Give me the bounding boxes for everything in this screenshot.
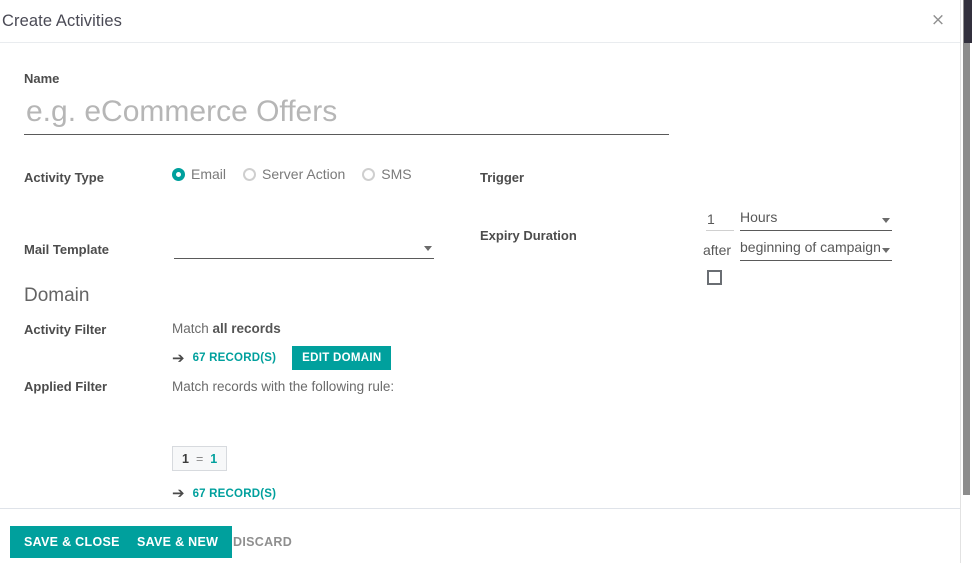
trigger-relative-word: after: [703, 242, 732, 258]
trigger-relative-value: beginning of campaign: [740, 239, 881, 255]
dialog-footer: SAVE & CLOSE SAVE & NEW DISCARD: [0, 508, 960, 563]
name-label: Name: [24, 71, 60, 86]
expiry-duration-checkbox[interactable]: [707, 270, 722, 285]
save-and-close-button[interactable]: SAVE & CLOSE: [10, 526, 134, 558]
chevron-down-icon: [882, 218, 890, 223]
save-and-new-button[interactable]: SAVE & NEW: [123, 526, 233, 558]
arrow-right-icon: ➔: [172, 348, 185, 367]
applied-filter-description: Match records with the following rule:: [172, 379, 395, 394]
expiry-duration-label: Expiry Duration: [480, 228, 577, 243]
rule-operator: =: [195, 451, 204, 466]
mail-template-label: Mail Template: [24, 242, 110, 257]
match-strong: all records: [212, 321, 281, 336]
applied-filter-records-row: ➔ 67 RECORD(S): [172, 486, 276, 501]
chevron-down-icon: [424, 246, 432, 251]
radio-icon-unselected: [362, 167, 376, 181]
trigger-label: Trigger: [480, 170, 525, 185]
mail-template-select[interactable]: [174, 235, 434, 259]
radio-label-server-action: Server Action: [262, 166, 346, 182]
trigger-unit-value: Hours: [740, 209, 778, 225]
dialog-header: Create Activities ×: [0, 0, 960, 43]
radio-label-email: Email: [191, 166, 227, 182]
trigger-unit-select[interactable]: Hours: [740, 209, 892, 231]
close-icon[interactable]: ×: [928, 10, 948, 30]
activity-filter-description: Match all records: [172, 321, 281, 336]
radio-icon-selected: [172, 167, 185, 181]
arrow-right-icon: ➔: [172, 484, 185, 502]
scrollbar-thumb[interactable]: [963, 0, 970, 495]
create-activities-dialog: Create Activities × Name Activity Type E…: [0, 0, 972, 563]
domain-heading: Domain: [24, 285, 90, 306]
page-scrollbar[interactable]: [960, 0, 972, 563]
rule-value: 1: [210, 451, 218, 466]
match-prefix: Match: [172, 321, 213, 336]
radio-option-server-action[interactable]: Server Action: [243, 166, 345, 182]
chevron-down-icon: [882, 248, 890, 253]
edit-domain-button[interactable]: EDIT DOMAIN: [292, 346, 392, 370]
trigger-relative-select[interactable]: beginning of campaign: [740, 239, 892, 261]
activity-type-radio-group: Email Server Action SMS: [172, 166, 412, 182]
radio-option-sms[interactable]: SMS: [362, 166, 412, 182]
applied-filter-label: Applied Filter: [24, 379, 108, 394]
radio-label-sms: SMS: [381, 166, 412, 182]
activity-type-label: Activity Type: [24, 170, 104, 185]
applied-filter-record-count-link[interactable]: 67 RECORD(S): [193, 488, 277, 500]
radio-option-email[interactable]: Email: [172, 166, 226, 182]
activity-filter-records-row: ➔ 67 RECORD(S) EDIT DOMAIN: [172, 346, 392, 370]
domain-rule-chip[interactable]: 1 = 1: [172, 446, 228, 471]
dialog-body: Name Activity Type Email Server Action S…: [0, 43, 960, 508]
window-edge-strip: [964, 0, 972, 43]
name-input[interactable]: [24, 93, 669, 135]
discard-button[interactable]: DISCARD: [225, 526, 300, 558]
activity-filter-label: Activity Filter: [24, 322, 107, 337]
activity-filter-record-count-link[interactable]: 67 RECORD(S): [193, 352, 277, 364]
radio-icon-unselected: [243, 167, 257, 181]
dialog-title: Create Activities: [2, 12, 122, 30]
trigger-interval-input[interactable]: [706, 209, 734, 231]
rule-field: 1: [182, 451, 189, 466]
